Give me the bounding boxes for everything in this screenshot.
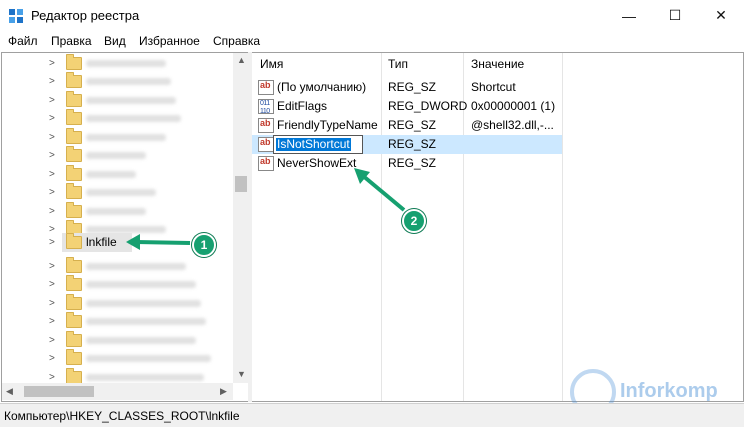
watermark-text: Inforkomp: [620, 380, 718, 402]
annotation-badge-2: 2: [402, 209, 426, 233]
annotation-arrows: [126, 168, 406, 250]
status-bar: Компьютер\HKEY_CLASSES_ROOT\lnkfile: [0, 403, 744, 427]
arrow-2-shaft: [360, 173, 406, 212]
arrow-1-head: [126, 234, 140, 250]
arrow-1-shaft: [135, 240, 191, 245]
status-path: Компьютер\HKEY_CLASSES_ROOT\lnkfile: [4, 409, 240, 423]
annotation-badge-1: 1: [192, 233, 216, 257]
